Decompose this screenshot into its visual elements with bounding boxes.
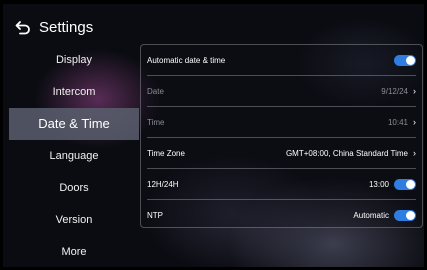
date-row: Date 9/12/24 › bbox=[147, 76, 416, 107]
time-value: 10:41 bbox=[387, 117, 408, 127]
page-title: Settings bbox=[39, 18, 94, 36]
sidebar: Display Intercom Date & Time Language Do… bbox=[9, 44, 139, 267]
toggle-knob bbox=[406, 210, 415, 220]
title-bar: Settings bbox=[15, 16, 93, 38]
sidebar-item-language[interactable]: Language bbox=[9, 140, 139, 172]
time-label: Time bbox=[147, 117, 165, 127]
toggle-knob bbox=[406, 55, 415, 65]
sidebar-item-doors[interactable]: Doors bbox=[9, 172, 139, 204]
chevron-right-icon: › bbox=[413, 86, 416, 96]
hour-format-toggle[interactable] bbox=[394, 178, 416, 190]
chevron-right-icon: › bbox=[413, 148, 416, 158]
sidebar-item-version[interactable]: Version bbox=[9, 204, 139, 236]
settings-screen: Settings Display Intercom Date & Time La… bbox=[3, 4, 424, 267]
automatic-date-time-label: Automatic date & time bbox=[147, 55, 226, 65]
time-row: Time 10:41 › bbox=[147, 107, 416, 138]
ntp-value: Automatic bbox=[353, 210, 389, 220]
sidebar-item-intercom[interactable]: Intercom bbox=[9, 76, 139, 108]
back-arrow-icon[interactable] bbox=[15, 19, 31, 35]
date-value-group: 9/12/24 › bbox=[381, 86, 416, 96]
time-value-group: 10:41 › bbox=[388, 117, 416, 127]
automatic-date-time-row[interactable]: Automatic date & time bbox=[147, 45, 416, 76]
ntp-value-group: Automatic bbox=[353, 209, 416, 221]
time-zone-row[interactable]: Time Zone GMT+08:00, China Standard Time… bbox=[147, 138, 416, 169]
hour-format-label: 12H/24H bbox=[147, 179, 179, 189]
hour-format-row[interactable]: 12H/24H 13:00 bbox=[147, 169, 416, 200]
ntp-toggle[interactable] bbox=[394, 209, 416, 221]
hour-format-value: 13:00 bbox=[368, 179, 389, 189]
time-zone-label: Time Zone bbox=[147, 148, 185, 158]
date-value: 9/12/24 bbox=[381, 86, 408, 96]
chevron-right-icon: › bbox=[413, 117, 416, 127]
time-zone-value-group: GMT+08:00, China Standard Time › bbox=[286, 148, 416, 158]
automatic-date-time-toggle[interactable] bbox=[394, 54, 416, 66]
time-zone-value: GMT+08:00, China Standard Time bbox=[285, 148, 408, 158]
ntp-label: NTP bbox=[147, 210, 163, 220]
hour-format-value-group: 13:00 bbox=[368, 178, 416, 190]
sidebar-item-display[interactable]: Display bbox=[9, 44, 139, 76]
toggle-knob bbox=[406, 179, 415, 189]
date-label: Date bbox=[147, 86, 164, 96]
sidebar-item-more[interactable]: More bbox=[9, 236, 139, 267]
sidebar-item-date-time[interactable]: Date & Time bbox=[9, 108, 139, 140]
ntp-row[interactable]: NTP Automatic bbox=[147, 200, 416, 230]
date-time-settings-panel: Automatic date & time Date 9/12/24 › Tim… bbox=[140, 44, 423, 228]
